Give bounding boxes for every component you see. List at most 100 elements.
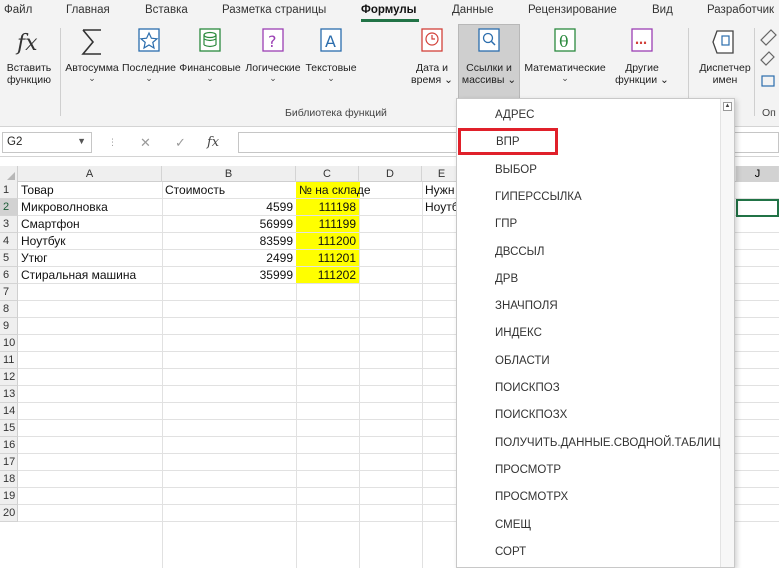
row-header[interactable]: 10 <box>0 335 18 352</box>
cell-a6[interactable]: Стиральная машина <box>18 267 162 283</box>
row-header[interactable]: 11 <box>0 352 18 369</box>
dropdown-item[interactable]: ПОЛУЧИТЬ.ДАННЫЕ.СВОДНОЙ.ТАБЛИЦЫ <box>457 429 731 456</box>
cell-c2[interactable]: 111198 <box>296 199 359 215</box>
row-header[interactable]: 8 <box>0 301 18 318</box>
cell-a3[interactable]: Смартфон <box>18 216 162 232</box>
column-header-j[interactable]: J <box>736 166 779 182</box>
lookup-label: Ссылки и <box>466 62 512 74</box>
row-header[interactable]: 14 <box>0 403 18 420</box>
cell-c5[interactable]: 111201 <box>296 250 359 266</box>
tab-developer[interactable]: Разработчик <box>707 4 774 16</box>
chevron-down-icon[interactable]: ▼ <box>77 136 86 146</box>
row-header[interactable]: 2 <box>0 199 18 216</box>
name-box[interactable]: G2 ▼ <box>2 132 92 153</box>
dropdown-item[interactable]: ДРВ <box>457 265 719 292</box>
tab-home[interactable]: Главная <box>66 4 110 16</box>
chevron-down-icon: ⌄ <box>561 73 569 83</box>
name-manager-label: Диспетчер <box>699 62 751 74</box>
dropdown-item[interactable]: АДРЕС <box>457 101 719 128</box>
datetime-label: Дата и <box>415 62 449 74</box>
row-header[interactable]: 17 <box>0 454 18 471</box>
more-functions-button[interactable]: … Другие функции ⌄ <box>614 25 670 86</box>
recent-button[interactable]: Последние ⌄ <box>122 25 176 83</box>
cell-c6[interactable]: 111202 <box>296 267 359 283</box>
dropdown-item[interactable]: ВПР <box>458 128 558 156</box>
cell-a5[interactable]: Утюг <box>18 250 162 266</box>
row-header[interactable]: 7 <box>0 284 18 301</box>
math-trig-button[interactable]: θ Математические ⌄ <box>522 25 608 83</box>
cell-b6[interactable]: 35999 <box>162 267 296 283</box>
row-header[interactable]: 18 <box>0 471 18 488</box>
tab-formulas[interactable]: Формулы <box>361 4 416 16</box>
row-header[interactable]: 20 <box>0 505 18 522</box>
row-header[interactable]: 12 <box>0 369 18 386</box>
tab-page-layout[interactable]: Разметка страницы <box>222 4 326 16</box>
column-header-a[interactable]: A <box>18 166 162 182</box>
cell-b4[interactable]: 83599 <box>162 233 296 249</box>
logical-button[interactable]: ? Логические ⌄ <box>244 25 302 83</box>
insert-function-fx-icon[interactable]: fx <box>207 135 219 150</box>
row-header[interactable]: 1 <box>0 182 18 199</box>
datetime-button[interactable]: Дата и время ⌄ <box>409 25 455 86</box>
cell-c4[interactable]: 111200 <box>296 233 359 249</box>
row-header[interactable]: 13 <box>0 386 18 403</box>
more-icon: … <box>631 28 653 52</box>
dropdown-item[interactable]: ДВССЫЛ <box>457 238 719 265</box>
row-header[interactable]: 19 <box>0 488 18 505</box>
dropdown-item[interactable]: ПРОСМОТР <box>457 456 719 483</box>
define-name-icons[interactable] <box>757 28 779 88</box>
tab-insert[interactable]: Вставка <box>145 4 188 16</box>
cell-b1[interactable]: Стоимость <box>162 182 296 198</box>
cell-c1[interactable]: № на складе <box>296 182 371 198</box>
text-functions-button[interactable]: A Текстовые ⌄ <box>303 25 359 83</box>
row-header[interactable]: 6 <box>0 267 18 284</box>
dropdown-item[interactable]: СМЕЩ <box>457 511 719 538</box>
cell-b3[interactable]: 56999 <box>162 216 296 232</box>
column-header-c[interactable]: C <box>296 166 359 182</box>
dropdown-item[interactable]: ПРОСМОТРХ <box>457 483 719 510</box>
chevron-down-icon: ⌄ <box>327 73 335 83</box>
cell-a4[interactable]: Ноутбук <box>18 233 162 249</box>
dropdown-item[interactable]: ПОИСКПОЗ <box>457 374 719 401</box>
enter-check-icon[interactable]: ✓ <box>175 135 186 151</box>
financial-button[interactable]: Финансовые ⌄ <box>178 25 242 83</box>
insert-function-button[interactable]: fx Вставить функцию <box>4 25 54 86</box>
lookup-reference-button[interactable]: Ссылки и массивы ⌄ <box>458 24 520 102</box>
row-header[interactable]: 4 <box>0 233 18 250</box>
svg-text:…: … <box>635 33 647 47</box>
row-header[interactable]: 3 <box>0 216 18 233</box>
tab-file[interactable]: Файл <box>4 4 32 16</box>
row-header[interactable]: 16 <box>0 437 18 454</box>
cell-b2[interactable]: 4599 <box>162 199 296 215</box>
dropdown-item[interactable]: СОРТ <box>457 538 719 565</box>
chevron-down-icon: ⌄ <box>269 73 277 83</box>
row-header[interactable]: 5 <box>0 250 18 267</box>
column-header-b[interactable]: B <box>162 166 296 182</box>
tab-data[interactable]: Данные <box>452 4 494 16</box>
row-header[interactable]: 9 <box>0 318 18 335</box>
tab-view[interactable]: Вид <box>652 4 673 16</box>
cell-a2[interactable]: Микроволновка <box>18 199 162 215</box>
tab-review[interactable]: Рецензирование <box>528 4 617 16</box>
cancel-icon[interactable]: ✕ <box>140 135 151 151</box>
dropdown-item[interactable]: ГПР <box>457 210 719 237</box>
dropdown-item[interactable]: ВЫБОР <box>457 156 719 183</box>
scroll-up-icon[interactable]: ▲ <box>723 102 732 111</box>
magnifier-icon <box>478 28 500 52</box>
cell-a1[interactable]: Товар <box>18 182 162 198</box>
cell-b5[interactable]: 2499 <box>162 250 296 266</box>
select-all-button[interactable] <box>0 166 18 182</box>
dropdown-scrollbar[interactable]: ▲ <box>720 99 734 567</box>
dropdown-item[interactable]: ПОИСКПОЗХ <box>457 401 719 428</box>
dropdown-item[interactable]: ОБЛАСТИ <box>457 347 719 374</box>
dropdown-item[interactable]: ЗНАЧПОЛЯ <box>457 292 719 319</box>
cell-c3[interactable]: 111199 <box>296 216 359 232</box>
column-header-d[interactable]: D <box>359 166 422 182</box>
row-header[interactable]: 15 <box>0 420 18 437</box>
name-manager-button[interactable]: Диспетчер имен <box>696 25 754 86</box>
autosum-button[interactable]: Автосумма ⌄ <box>64 25 120 83</box>
sigma-icon <box>81 29 101 55</box>
dropdown-item[interactable]: ГИПЕРССЫЛКА <box>457 183 719 210</box>
active-cell-g2[interactable] <box>736 199 779 217</box>
dropdown-item[interactable]: ИНДЕКС <box>457 319 719 346</box>
